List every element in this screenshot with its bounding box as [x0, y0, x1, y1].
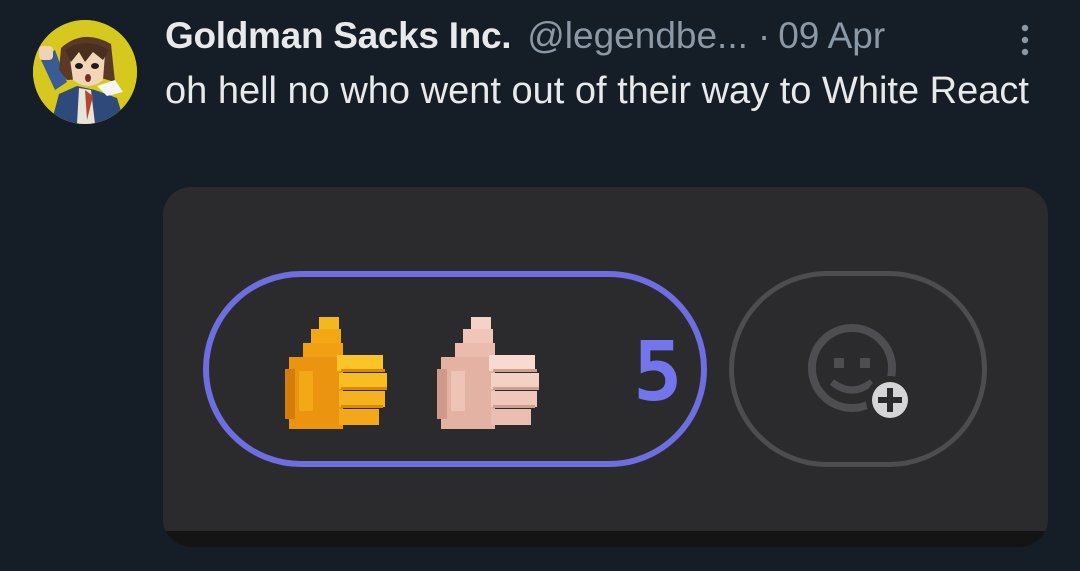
reaction-count: 5: [633, 325, 683, 420]
add-reaction-icon: [808, 324, 914, 424]
author-handle[interactable]: @legendbe...: [527, 15, 748, 57]
author-name[interactable]: Goldman Sacks Inc.: [165, 15, 512, 57]
thumbs-up-yellow-icon: [281, 311, 393, 437]
media-bottom-edge: [163, 531, 1048, 547]
tweet: Goldman Sacks Inc. @legendbe... · 09 Apr…: [0, 0, 1080, 571]
separator-dot: ·: [757, 15, 771, 56]
anime-character-avatar-icon: [33, 20, 137, 124]
tweet-header: Goldman Sacks Inc. @legendbe... · 09 Apr: [165, 12, 885, 60]
add-reaction-button[interactable]: [729, 271, 987, 467]
more-options-icon[interactable]: [1015, 22, 1035, 58]
tweet-text: oh hell no who went out of their way to …: [165, 70, 1029, 112]
reaction-pill[interactable]: 5: [203, 271, 707, 467]
thumbs-up-light-skin-icon: [433, 311, 545, 437]
tweet-media-image[interactable]: 5: [163, 187, 1048, 547]
tweet-date[interactable]: 09 Apr: [778, 15, 885, 57]
avatar[interactable]: [33, 20, 137, 124]
